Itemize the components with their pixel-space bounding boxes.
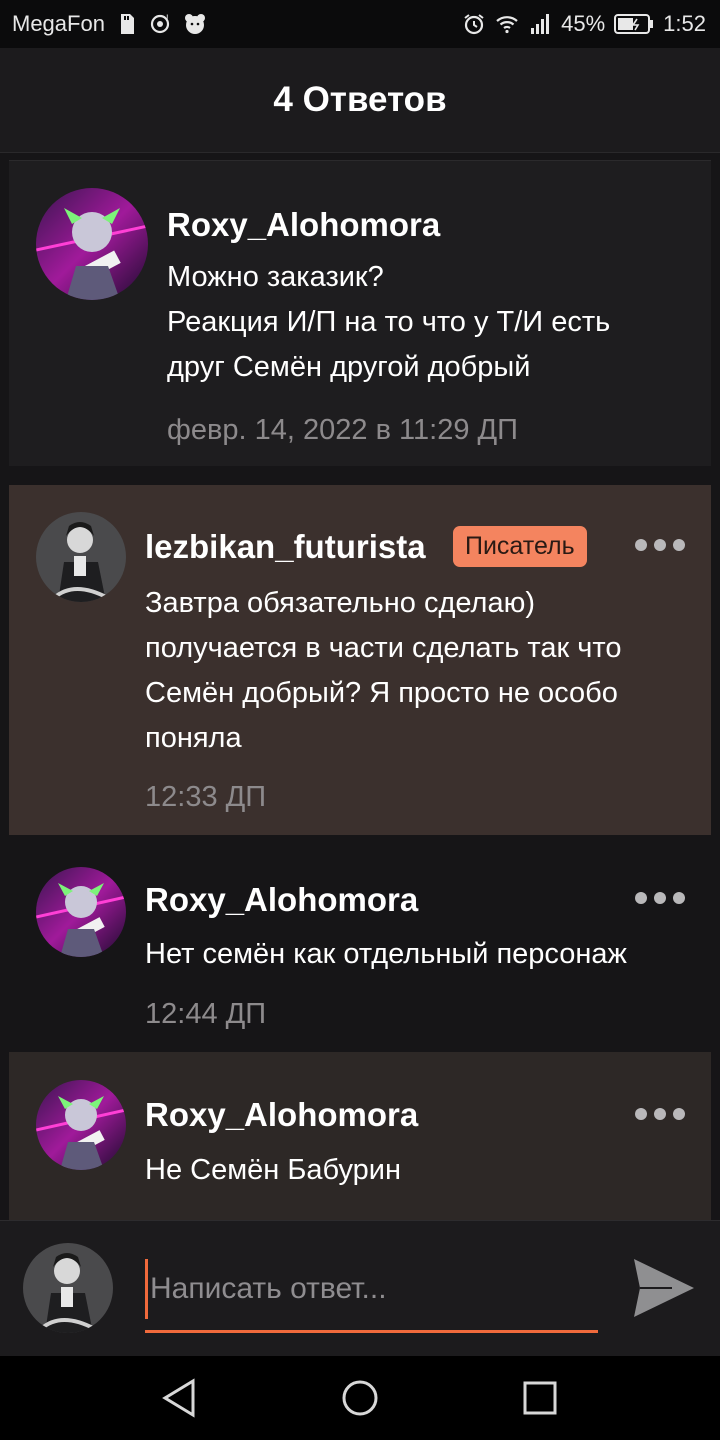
comment-text: Можно заказик? Реакция И/П на то что у Т… bbox=[167, 255, 697, 390]
replies-header: 4 Ответов bbox=[0, 48, 720, 153]
more-options-icon[interactable] bbox=[635, 1108, 685, 1120]
send-icon[interactable] bbox=[632, 1257, 696, 1319]
avatar[interactable] bbox=[36, 867, 126, 957]
battery-percent: 45% bbox=[561, 11, 606, 36]
carrier-name: MegaFon bbox=[12, 11, 105, 36]
reply-timestamp: 12:44 ДП bbox=[145, 998, 267, 1030]
avatar[interactable] bbox=[36, 1080, 126, 1170]
avatar[interactable] bbox=[36, 512, 126, 602]
back-icon[interactable] bbox=[161, 1378, 197, 1418]
original-comment: Roxy_Alohomora Можно заказик? Реакция И/… bbox=[9, 160, 711, 466]
comment-timestamp: февр. 14, 2022 в 11:29 ДП bbox=[167, 414, 519, 446]
reply-line: получается в части сделать так что bbox=[145, 632, 622, 664]
comment-line: Можно заказик? bbox=[167, 261, 384, 293]
writer-badge: Писатель bbox=[453, 526, 587, 567]
sdcard-icon bbox=[120, 14, 134, 34]
reply-item: Roxy_Alohomora Нет семён как отдельный п… bbox=[9, 836, 711, 1052]
more-options-icon[interactable] bbox=[635, 539, 685, 551]
comment-author[interactable]: Roxy_Alohomora bbox=[167, 206, 440, 244]
recents-icon[interactable] bbox=[523, 1381, 557, 1415]
hotspot-icon: ! bbox=[150, 13, 170, 34]
svg-text:!: ! bbox=[166, 13, 169, 23]
reply-line: Семён добрый? Я просто не особо bbox=[145, 677, 618, 709]
reply-line: Не Семён Бабурин bbox=[145, 1154, 401, 1186]
comment-line: Реакция И/П на то что у Т/И есть bbox=[167, 306, 611, 338]
reply-text: Завтра обязательно сделаю) получается в … bbox=[145, 581, 705, 761]
home-icon[interactable] bbox=[341, 1379, 379, 1417]
wifi-icon bbox=[496, 16, 518, 34]
alarm-icon bbox=[464, 14, 484, 35]
reply-timestamp: 12:33 ДП bbox=[145, 781, 267, 813]
reply-author[interactable]: Roxy_Alohomora bbox=[145, 1096, 418, 1134]
bear-app-icon bbox=[184, 14, 205, 34]
reply-input[interactable] bbox=[145, 1259, 605, 1319]
reply-item: lezbikan_futurista Писатель Завтра обяза… bbox=[9, 485, 711, 835]
input-underline bbox=[145, 1330, 598, 1333]
signal-icon bbox=[531, 14, 550, 34]
comment-line: друг Семён другой добрый bbox=[167, 351, 531, 383]
reply-composer bbox=[0, 1220, 720, 1357]
reply-author[interactable]: lezbikan_futurista bbox=[145, 528, 426, 566]
reply-item: Roxy_Alohomora Не Семён Бабурин bbox=[9, 1052, 711, 1220]
reply-line: Завтра обязательно сделаю) bbox=[145, 587, 535, 619]
avatar[interactable] bbox=[36, 188, 148, 300]
page-title: 4 Ответов bbox=[273, 80, 447, 119]
status-bar: MegaFon ! 45% 1:52 bbox=[0, 0, 720, 48]
clock: 1:52 bbox=[663, 11, 706, 36]
current-user-avatar[interactable] bbox=[23, 1243, 113, 1333]
reply-thread[interactable]: Roxy_Alohomora Можно заказик? Реакция И/… bbox=[0, 152, 720, 1220]
reply-text: Нет семён как отдельный персонаж bbox=[145, 932, 715, 977]
reply-line: Нет семён как отдельный персонаж bbox=[145, 938, 627, 970]
reply-author[interactable]: Roxy_Alohomora bbox=[145, 881, 418, 919]
system-nav-bar bbox=[0, 1356, 720, 1440]
reply-line: поняла bbox=[145, 722, 242, 754]
more-options-icon[interactable] bbox=[635, 892, 685, 904]
reply-text: Не Семён Бабурин bbox=[145, 1148, 705, 1193]
battery-icon bbox=[614, 14, 654, 34]
